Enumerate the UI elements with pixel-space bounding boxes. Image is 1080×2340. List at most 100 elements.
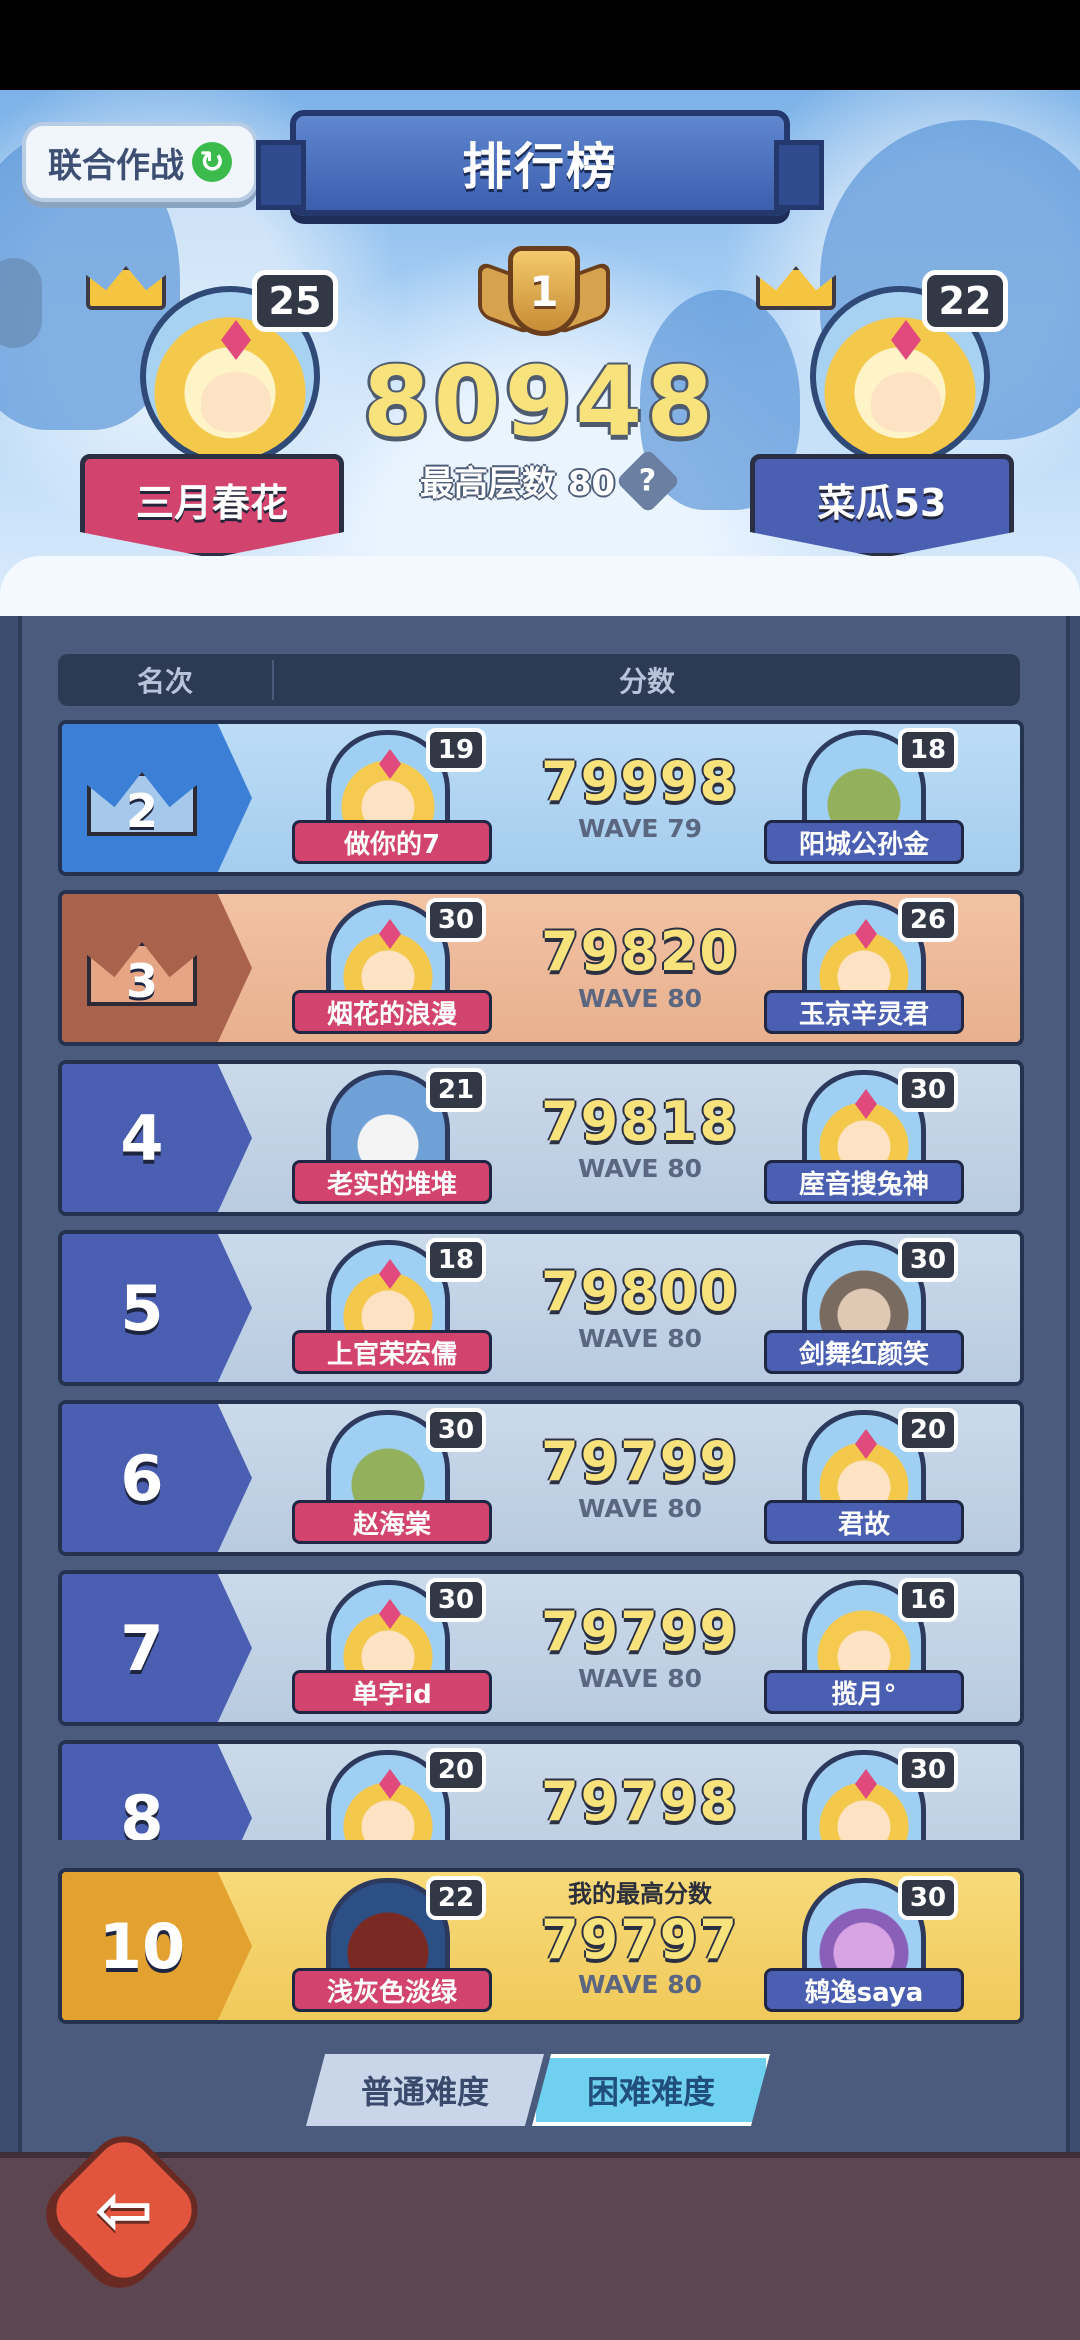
- row-wave: WAVE 80: [577, 1154, 703, 1183]
- level-badge: 22: [426, 1876, 486, 1920]
- player-name: 剑舞红颜笑: [764, 1330, 964, 1374]
- rank-cell: 3: [62, 894, 252, 1042]
- player-name: 烟花的浪漫: [292, 990, 492, 1034]
- rank-cell: 6: [62, 1404, 252, 1552]
- rank-cell: 8: [62, 1744, 252, 1840]
- row-score: 79820: [541, 920, 739, 983]
- row-score: 79818: [541, 1090, 739, 1153]
- level-badge: 30: [426, 1578, 486, 1622]
- column-header-rank: 名次: [58, 660, 274, 700]
- champion-card-left[interactable]: 25 三月春花: [80, 240, 360, 570]
- rank-number: 6: [120, 1441, 164, 1515]
- leaderboard-row[interactable]: 8 20 79798 30: [58, 1740, 1024, 1840]
- player-name: 鸫逸saya: [764, 1968, 964, 2012]
- rank-number: 2: [125, 784, 158, 838]
- leaderboard-row[interactable]: 5 18 上官荣宏儒 79800 WAVE 80 30 剑舞红颜笑: [58, 1230, 1024, 1386]
- back-arrow-icon: ⇦: [94, 2169, 154, 2251]
- coop-battle-button[interactable]: 联合作战 ↻: [22, 122, 258, 202]
- rank-number: 4: [120, 1101, 164, 1175]
- champion-level-badge: 22: [922, 270, 1008, 332]
- help-icon[interactable]: ?: [615, 447, 681, 514]
- my-rank-number: 10: [98, 1909, 186, 1983]
- leaderboard-row[interactable]: 4 21 老实的堆堆 79818 WAVE 80 30 庢音搜兔神: [58, 1060, 1024, 1216]
- rank-cell: 7: [62, 1574, 252, 1722]
- row-score: 79799: [541, 1430, 739, 1493]
- medal-shield: 1: [508, 246, 580, 336]
- champion-card-right[interactable]: 22 菜瓜53: [750, 240, 1030, 570]
- side-drawer-tab[interactable]: [0, 258, 42, 348]
- champion-name-plate: 菜瓜53: [750, 454, 1014, 558]
- leaderboard-list[interactable]: 2 19 做你的7 79998 WAVE 79 18 阳城公孙金 3 30 烟花…: [58, 720, 1030, 1840]
- leaderboard-row[interactable]: 2 19 做你的7 79998 WAVE 79 18 阳城公孙金: [58, 720, 1024, 876]
- player-name: 做你的7: [292, 820, 492, 864]
- level-badge: 30: [898, 1068, 958, 1112]
- help-glyph: ?: [639, 463, 657, 498]
- rank-cell: 2: [62, 724, 252, 872]
- my-best-row-card: 10 22 浅灰色淡绿 我的最高分数 79797 WAVE 80 30 鸫逸sa…: [58, 1868, 1024, 2024]
- level-badge: 20: [898, 1408, 958, 1452]
- bronze-crown-icon: 3: [87, 930, 197, 1008]
- rank-number: 7: [120, 1611, 164, 1685]
- first-place-medal-icon: 1: [478, 236, 610, 352]
- my-wave: WAVE 80: [577, 1970, 703, 1999]
- player-name: 单字id: [292, 1670, 492, 1714]
- level-badge: 30: [898, 1876, 958, 1920]
- ribbon-left-decoration: [256, 140, 306, 210]
- level-badge: 21: [426, 1068, 486, 1112]
- champion-name-plate: 三月春花: [80, 454, 344, 558]
- level-badge: 30: [898, 1238, 958, 1282]
- rank-cell: 4: [62, 1064, 252, 1212]
- leaderboard-row[interactable]: 6 30 赵海棠 79799 WAVE 80 20 君故: [58, 1400, 1024, 1556]
- crown-icon: [86, 240, 176, 310]
- top-floor-info: 最高层数 80 ?: [420, 447, 681, 514]
- leaderboard-row[interactable]: 3 30 烟花的浪漫 79820 WAVE 80 26 玉京辛灵君: [58, 890, 1024, 1046]
- my-score: 79797: [541, 1908, 739, 1971]
- silver-crown-icon: 2: [87, 760, 197, 838]
- level-badge: 20: [426, 1748, 486, 1792]
- rank-number: 8: [120, 1781, 164, 1841]
- top-floor-text: 最高层数 80: [420, 464, 616, 504]
- column-header-score: 分数: [618, 665, 675, 698]
- row-wave: WAVE 80: [577, 1494, 703, 1523]
- player-name: 上官荣宏儒: [292, 1330, 492, 1374]
- level-badge: 18: [426, 1238, 486, 1282]
- player-name: 揽月°: [764, 1670, 964, 1714]
- level-badge: 19: [426, 728, 486, 772]
- rank-cell: 10: [62, 1872, 252, 2020]
- champion-name: 三月春花: [135, 480, 288, 525]
- row-wave: WAVE 80: [577, 1664, 703, 1693]
- tab-hard-difficulty[interactable]: 困难难度: [532, 2054, 770, 2126]
- row-wave: WAVE 80: [577, 1324, 703, 1353]
- level-badge: 30: [426, 898, 486, 942]
- row-score: 79998: [541, 750, 739, 813]
- champion-level-badge: 25: [252, 270, 338, 332]
- my-best-row[interactable]: 10 22 浅灰色淡绿 我的最高分数 79797 WAVE 80 30 鸫逸sa…: [58, 1868, 1024, 2024]
- player-name: 君故: [764, 1500, 964, 1544]
- difficulty-switch: 普通难度 困难难度: [306, 2054, 776, 2126]
- rank-cell: 5: [62, 1234, 252, 1382]
- top-rank-number: 1: [529, 266, 559, 316]
- tab-normal-difficulty[interactable]: 普通难度: [306, 2054, 544, 2126]
- status-bar: [0, 0, 1080, 90]
- rank-number: 3: [125, 954, 158, 1008]
- level-badge: 26: [898, 898, 958, 942]
- player-name: 庢音搜兔神: [764, 1160, 964, 1204]
- my-best-score-label: 我的最高分数: [568, 1880, 712, 1908]
- crown-icon: [756, 240, 846, 310]
- row-score: 79798: [541, 1770, 739, 1833]
- player-name: 玉京辛灵君: [764, 990, 964, 1034]
- table-header: 名次 分数: [58, 654, 1020, 706]
- ribbon-right-decoration: [774, 140, 824, 210]
- leaderboard-row[interactable]: 7 30 单字id 79799 WAVE 80 16 揽月°: [58, 1570, 1024, 1726]
- champion-name: 菜瓜53: [817, 480, 947, 525]
- rank-number: 5: [120, 1271, 164, 1345]
- row-score: 79800: [541, 1260, 739, 1323]
- player-name: 老实的堆堆: [292, 1160, 492, 1204]
- player-name: 浅灰色淡绿: [292, 1968, 492, 2012]
- player-name: 阳城公孙金: [764, 820, 964, 864]
- level-badge: 16: [898, 1578, 958, 1622]
- row-score: 79799: [541, 1600, 739, 1663]
- page-title: 排行榜: [462, 138, 618, 196]
- refresh-icon: ↻: [192, 142, 232, 182]
- row-wave: WAVE 79: [577, 814, 703, 843]
